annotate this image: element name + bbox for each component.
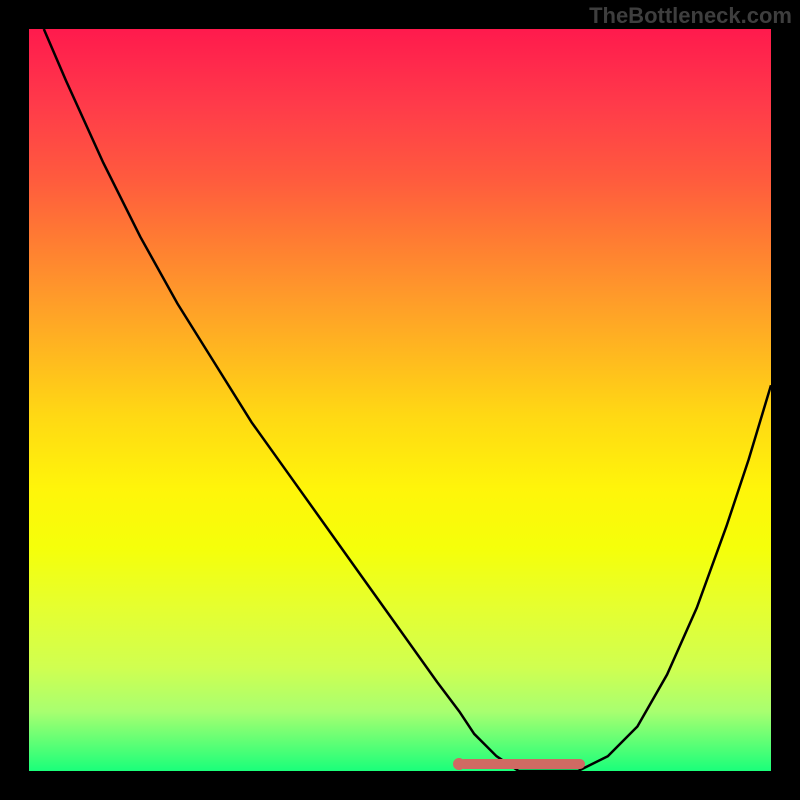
chart-frame: TheBottleneck.com	[0, 0, 800, 800]
watermark-text: TheBottleneck.com	[589, 3, 792, 29]
plot-area	[29, 29, 771, 771]
bottleneck-curve	[29, 29, 771, 771]
curve-path	[44, 29, 771, 771]
optimal-range-band	[459, 759, 585, 769]
